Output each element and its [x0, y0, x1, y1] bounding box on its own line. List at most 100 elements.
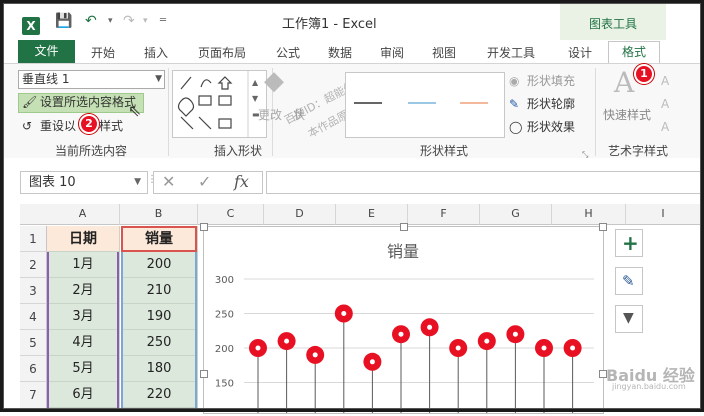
- data-cell-sales[interactable]: 220: [121, 382, 198, 408]
- tab-view[interactable]: 视图: [424, 43, 464, 63]
- data-point-center: [484, 338, 490, 344]
- svg-text:▲: ▲: [252, 78, 259, 87]
- column-header[interactable]: C: [198, 204, 264, 225]
- row-header[interactable]: 2: [20, 252, 47, 278]
- column-header[interactable]: A: [46, 204, 120, 225]
- tab-insert[interactable]: 插入: [136, 43, 176, 63]
- row-header[interactable]: 6: [20, 356, 47, 382]
- group-label-wordart: 艺术字样式: [608, 144, 669, 158]
- customize-qat-icon[interactable]: ═: [160, 12, 166, 30]
- data-point-center: [455, 345, 461, 351]
- row-header[interactable]: 3: [20, 278, 47, 304]
- formula-buttons: ✕ ✓ fx: [153, 171, 263, 194]
- row-header[interactable]: 4: [20, 304, 47, 330]
- tab-formulas[interactable]: 公式: [268, 43, 308, 63]
- enter-icon[interactable]: ✓: [198, 172, 211, 191]
- data-point-center: [284, 338, 290, 344]
- header-cell-date[interactable]: 日期: [47, 226, 120, 252]
- chart-area[interactable]: 销量 300 250 200 150: [203, 226, 604, 414]
- data-cell-sales[interactable]: 250: [121, 330, 198, 356]
- format-selection-icon: 🖌: [22, 95, 38, 109]
- tab-page-layout[interactable]: 页面布局: [190, 43, 254, 63]
- format-selection-label: 设置所选内容格式: [40, 95, 137, 109]
- chevron-down-icon: ▼: [155, 74, 162, 84]
- data-cell-sales[interactable]: 200: [121, 252, 198, 278]
- shape-style-previews: [354, 102, 488, 104]
- name-box[interactable]: 图表 10 ▼: [20, 171, 148, 194]
- column-header[interactable]: E: [336, 204, 408, 225]
- brush-icon: ✎: [622, 272, 635, 290]
- tab-file[interactable]: 文件: [18, 40, 75, 63]
- redo-dropdown-icon[interactable]: ▾: [143, 12, 148, 30]
- cancel-icon[interactable]: ✕: [162, 172, 175, 191]
- data-cell-sales[interactable]: 210: [121, 278, 198, 304]
- reset-style-label-right[interactable]: 样式: [99, 117, 123, 135]
- undo-icon[interactable]: ↶: [85, 12, 97, 30]
- reset-style-label-left[interactable]: 重设以: [40, 117, 76, 135]
- chart-filters-button[interactable]: ▼: [615, 305, 643, 333]
- column-header[interactable]: F: [408, 204, 480, 225]
- undo-dropdown-icon[interactable]: ▾: [108, 12, 113, 30]
- y-tick-label: 300: [215, 275, 234, 286]
- resize-handle[interactable]: [400, 223, 408, 231]
- row-header[interactable]: 1: [20, 226, 47, 252]
- chart-tools-contextual: 图表工具: [560, 3, 666, 40]
- shape-effects-button[interactable]: 形状效果: [527, 118, 575, 136]
- chart-plot: 销量 300 250 200 150: [215, 242, 594, 413]
- resize-handle[interactable]: [200, 223, 208, 231]
- tab-home[interactable]: 开始: [83, 43, 123, 63]
- data-point-center: [541, 345, 547, 351]
- shapes-gallery-icons: ▲▼▬: [177, 71, 260, 137]
- redo-icon[interactable]: ↷: [123, 12, 135, 30]
- chart-styles-button[interactable]: ✎: [615, 267, 643, 295]
- header-cell-sales[interactable]: 销量: [121, 226, 198, 252]
- column-header[interactable]: H: [552, 204, 626, 225]
- data-point-center: [341, 311, 347, 316]
- shape-effects-icon: ◯: [509, 120, 523, 134]
- shape-fill-button[interactable]: 形状填充: [527, 72, 575, 90]
- select-all-corner[interactable]: [20, 204, 47, 225]
- row-header[interactable]: 5: [20, 330, 47, 356]
- column-header[interactable]: B: [120, 204, 198, 225]
- tab-review[interactable]: 审阅: [372, 43, 412, 63]
- svg-text:▼: ▼: [252, 94, 259, 103]
- formula-input[interactable]: [266, 171, 703, 194]
- reset-style-icon: ↺: [22, 119, 33, 133]
- tab-format[interactable]: 格式: [608, 41, 660, 64]
- tab-design[interactable]: 设计: [560, 43, 600, 63]
- chart-elements-button[interactable]: +: [615, 229, 643, 257]
- shape-fill-icon: ◉: [509, 74, 520, 88]
- data-cell-month[interactable]: 2月: [47, 278, 120, 304]
- text-outline-icon[interactable]: A: [661, 95, 669, 113]
- column-header[interactable]: D: [264, 204, 336, 225]
- data-point-center: [312, 352, 318, 358]
- data-cell-month[interactable]: 4月: [47, 330, 120, 356]
- data-cell-sales[interactable]: 190: [121, 304, 198, 330]
- resize-handle[interactable]: [599, 223, 607, 231]
- column-header[interactable]: G: [480, 204, 552, 225]
- insert-function-icon[interactable]: fx: [234, 172, 249, 191]
- shape-styles-gallery[interactable]: [345, 72, 505, 138]
- shape-outline-button[interactable]: 形状轮廓: [527, 95, 575, 113]
- resize-handle[interactable]: [200, 370, 208, 378]
- step-badge-2: 2: [79, 114, 99, 134]
- step-badge-1: 1: [634, 64, 654, 84]
- chart-elements-combo[interactable]: 垂直线 1 ▼: [18, 70, 165, 89]
- tab-developer[interactable]: 开发工具: [480, 43, 542, 63]
- data-point-center: [512, 331, 518, 337]
- save-icon[interactable]: 💾: [55, 12, 72, 30]
- data-cell-month[interactable]: 6月: [47, 382, 120, 408]
- data-cell-sales[interactable]: 180: [121, 356, 198, 382]
- text-fill-icon[interactable]: A: [661, 72, 669, 90]
- data-cell-month[interactable]: 5月: [47, 356, 120, 382]
- row-header[interactable]: 7: [20, 382, 47, 409]
- text-effects-icon[interactable]: A: [661, 118, 669, 136]
- data-cell-month[interactable]: 1月: [47, 252, 120, 278]
- column-header[interactable]: I: [626, 204, 701, 225]
- data-cell-month[interactable]: 3月: [47, 304, 120, 330]
- quick-styles-icon[interactable]: A: [614, 69, 634, 97]
- ribbon-separator: [168, 68, 169, 156]
- shapes-gallery[interactable]: ▲ ▼ ▬: [172, 70, 267, 138]
- change-shape-icon[interactable]: ◆: [264, 68, 284, 94]
- tab-data[interactable]: 数据: [320, 43, 360, 63]
